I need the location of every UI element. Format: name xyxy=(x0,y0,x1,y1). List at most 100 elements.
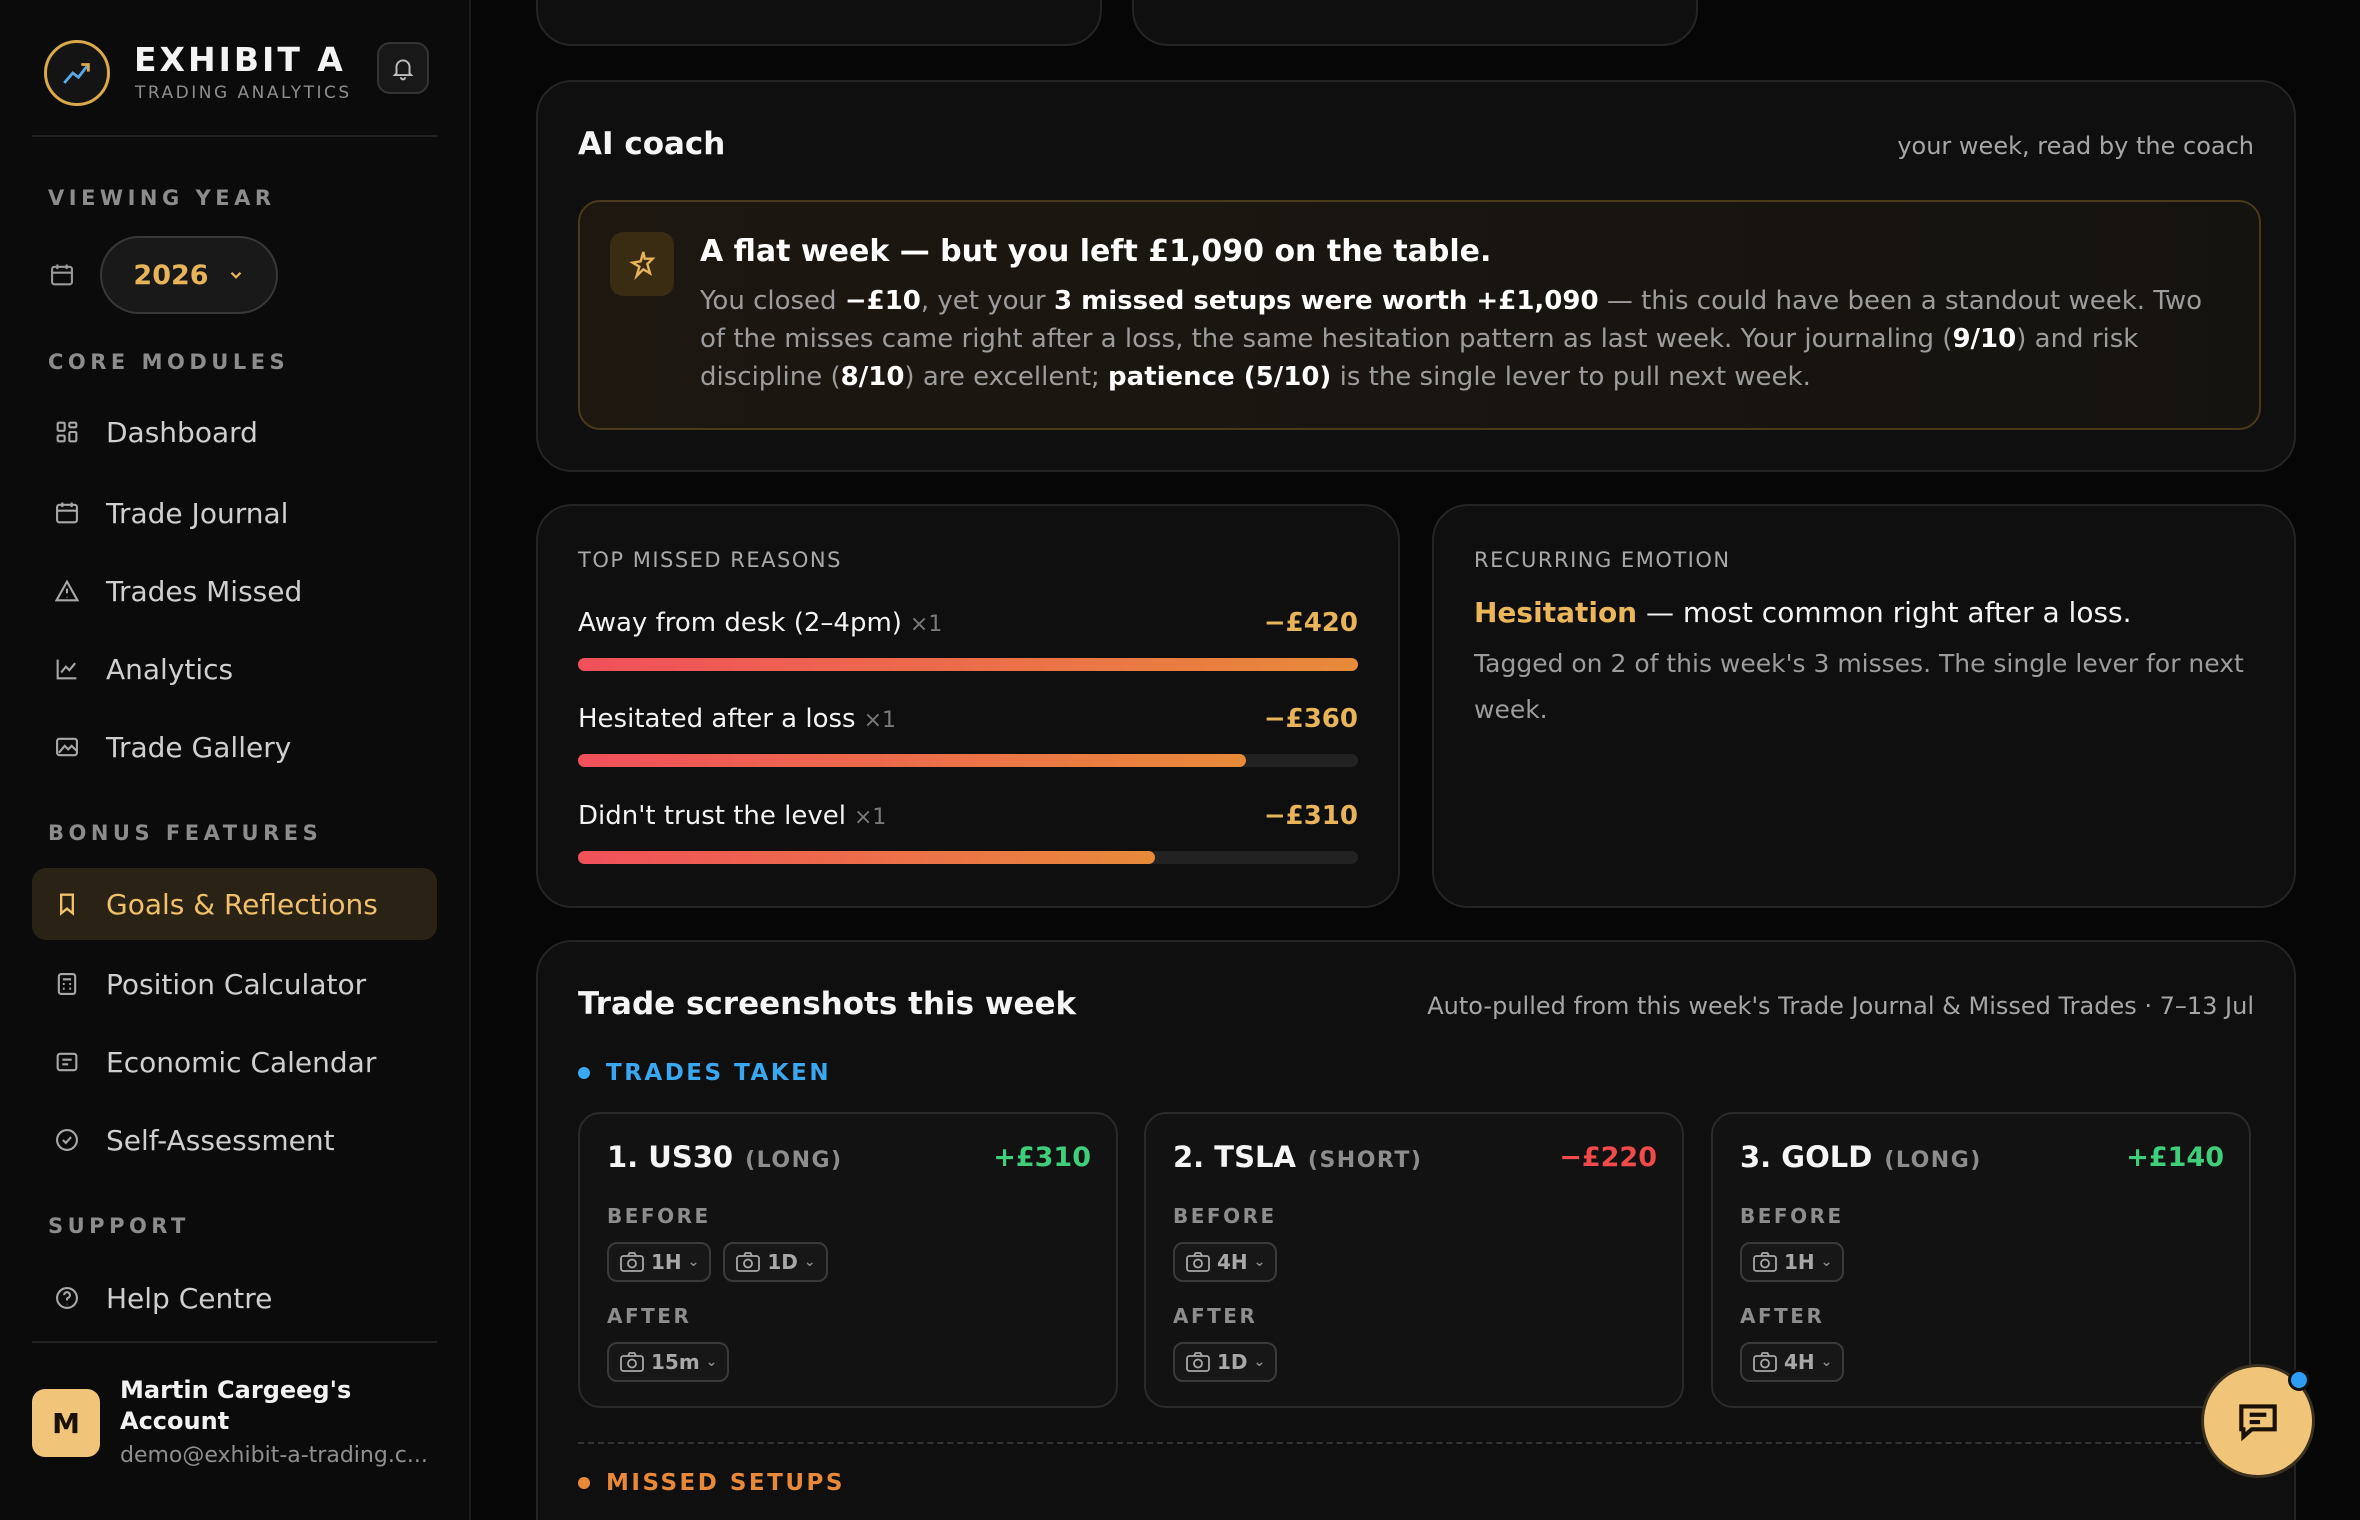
coach-text: , yet your xyxy=(920,286,1054,316)
missed-setups-label: MISSED SETUPS xyxy=(606,1470,845,1496)
nav-trade-journal[interactable]: Trade Journal xyxy=(32,477,437,549)
warning-icon xyxy=(54,579,80,602)
screenshots-title: Trade screenshots this week xyxy=(578,986,1077,1022)
reason-label: Didn't trust the level ×1 xyxy=(578,801,886,831)
reason-count: ×1 xyxy=(863,708,897,733)
recurring-emotion-card: RECURRING EMOTION Hesitation — most comm… xyxy=(1432,504,2296,908)
image-icon xyxy=(56,737,78,757)
trade-title: 3. GOLD (LONG) xyxy=(1740,1140,1982,1174)
support-label: SUPPORT xyxy=(48,1214,190,1238)
chevron-down-icon: ⌄ xyxy=(705,1354,718,1370)
nav-label: Help Centre xyxy=(106,1281,273,1315)
trade-pnl: +£310 xyxy=(993,1142,1091,1173)
screenshot-chip[interactable]: 1H ⌄ xyxy=(1740,1242,1845,1282)
chevron-down-icon xyxy=(230,271,241,279)
screenshot-chip[interactable]: 4H ⌄ xyxy=(1740,1342,1845,1382)
emotion-description: Tagged on 2 of this week's 3 misses. The… xyxy=(1474,649,2244,724)
chevron-down-icon: ⌄ xyxy=(803,1254,816,1270)
before-screenshots: 1H ⌄ xyxy=(1740,1242,1845,1282)
trade-card[interactable]: 1. US30 (LONG) +£310 BEFORE 1H ⌄ 1D ⌄ AFTER… xyxy=(578,1112,1118,1408)
reason-text: Hesitated after a loss xyxy=(578,704,856,734)
help-icon xyxy=(56,1287,78,1309)
trend-up-icon xyxy=(63,63,90,84)
nav-self-assessment[interactable]: Self-Assessment xyxy=(32,1104,437,1176)
ai-coach-subtitle: your week, read by the coach xyxy=(1897,132,2254,160)
core-modules-label: CORE MODULES xyxy=(48,350,290,374)
chevron-down-icon: ⌄ xyxy=(1253,1354,1266,1370)
chevron-down-icon: ⌄ xyxy=(687,1254,700,1270)
camera-icon xyxy=(1753,1252,1777,1272)
nav-label: Position Calculator xyxy=(106,967,367,1001)
ai-coach-card: AI coach your week, read by the coach A … xyxy=(536,80,2296,472)
nav-trade-gallery[interactable]: Trade Gallery xyxy=(32,711,437,783)
timeframe: 4H xyxy=(1217,1250,1248,1274)
brand-name: EXHIBIT A xyxy=(134,40,346,79)
reason-row: Hesitated after a loss ×1 −£360 xyxy=(578,704,1358,784)
nav-dashboard[interactable]: Dashboard xyxy=(32,396,437,468)
screenshot-chip[interactable]: 1H ⌄ xyxy=(607,1242,712,1282)
emotion-summary: Hesitation — most common right after a l… xyxy=(1474,596,2132,629)
nav-label: Trades Missed xyxy=(106,574,303,608)
coach-emphasis: patience (5/10) xyxy=(1108,362,1332,392)
emotion-highlight: Hesitation xyxy=(1474,596,1638,629)
nav-goals-reflections[interactable]: Goals & Reflections xyxy=(32,868,437,940)
nav-position-calculator[interactable]: Position Calculator xyxy=(32,948,437,1020)
nav-label: Trade Journal xyxy=(106,496,289,530)
bookmark-icon xyxy=(60,893,74,916)
screenshot-chip[interactable]: 15m ⌄ xyxy=(607,1342,730,1382)
unread-indicator xyxy=(2288,1369,2310,1391)
trade-card[interactable]: 3. GOLD (LONG) +£140 BEFORE 1H ⌄ AFTER 4H ⌄ xyxy=(1711,1112,2251,1408)
nav-help-centre[interactable]: Help Centre xyxy=(32,1262,437,1334)
trade-direction: (LONG) xyxy=(1884,1148,1982,1173)
reason-bar-track xyxy=(578,658,1358,671)
after-label: AFTER xyxy=(607,1304,692,1328)
notifications-button[interactable] xyxy=(377,42,429,94)
missed-setups-heading: MISSED SETUPS xyxy=(578,1470,845,1496)
coach-insight: A flat week — but you left £1,090 on the… xyxy=(578,200,2261,430)
chevron-down-icon: ⌄ xyxy=(1820,1254,1833,1270)
screenshot-chip[interactable]: 4H ⌄ xyxy=(1173,1242,1278,1282)
timeframe: 1H xyxy=(1784,1250,1815,1274)
top-card-left xyxy=(536,0,1102,46)
timeframe: 4H xyxy=(1784,1350,1815,1374)
coach-emphasis: 9/10 xyxy=(1952,324,2017,354)
missed-dot xyxy=(578,1477,590,1489)
trade-symbol: 2. TSLA xyxy=(1173,1140,1296,1174)
nav-trades-missed[interactable]: Trades Missed xyxy=(32,555,437,627)
coach-body: You closed −£10, yet your 3 missed setup… xyxy=(700,282,2220,396)
reason-label: Hesitated after a loss ×1 xyxy=(578,704,896,734)
calendar-icon xyxy=(56,502,78,524)
top-card-right xyxy=(1132,0,1698,46)
before-screenshots: 1H ⌄ 1D ⌄ xyxy=(607,1242,828,1282)
missed-reasons-label: TOP MISSED REASONS xyxy=(578,548,842,572)
bonus-features-label: BONUS FEATURES xyxy=(48,821,323,845)
timeframe: 1D xyxy=(767,1250,798,1274)
nav-analytics[interactable]: Analytics xyxy=(32,633,437,705)
screenshot-chip[interactable]: 1D ⌄ xyxy=(1173,1342,1278,1382)
coach-text: is the single lever to pull next week. xyxy=(1331,362,1811,392)
reason-bar-fill xyxy=(578,851,1156,864)
logo[interactable] xyxy=(44,40,110,106)
reason-text: Away from desk (2–4pm) xyxy=(578,608,902,638)
nav-label: Economic Calendar xyxy=(106,1045,377,1079)
trade-direction: (LONG) xyxy=(745,1148,843,1173)
trade-pnl: −£220 xyxy=(1559,1142,1657,1173)
before-label: BEFORE xyxy=(1173,1204,1277,1228)
account-email: demo@exhibit-a-trading.c... xyxy=(120,1443,428,1468)
trade-pnl: +£140 xyxy=(2126,1142,2224,1173)
camera-icon xyxy=(1186,1352,1210,1372)
news-icon xyxy=(56,1052,78,1072)
trade-symbol: 3. GOLD xyxy=(1740,1140,1873,1174)
account-menu[interactable]: M Martin Cargeeg's Account demo@exhibit-… xyxy=(32,1341,437,1491)
taken-dot xyxy=(578,1067,590,1079)
nav-label: Trade Gallery xyxy=(106,730,292,764)
reason-row: Didn't trust the level ×1 −£310 xyxy=(578,801,1358,881)
screenshot-chip[interactable]: 1D ⌄ xyxy=(723,1242,828,1282)
nav-economic-calendar[interactable]: Economic Calendar xyxy=(32,1026,437,1098)
trade-card[interactable]: 2. TSLA (SHORT) −£220 BEFORE 4H ⌄ AFTER 1D… xyxy=(1144,1112,1684,1408)
check-circle-icon xyxy=(56,1129,78,1151)
calculator-icon xyxy=(57,973,77,995)
camera-icon xyxy=(1186,1252,1210,1272)
year-dropdown[interactable]: 2026 xyxy=(100,236,278,314)
trade-symbol: 1. US30 xyxy=(607,1140,734,1174)
